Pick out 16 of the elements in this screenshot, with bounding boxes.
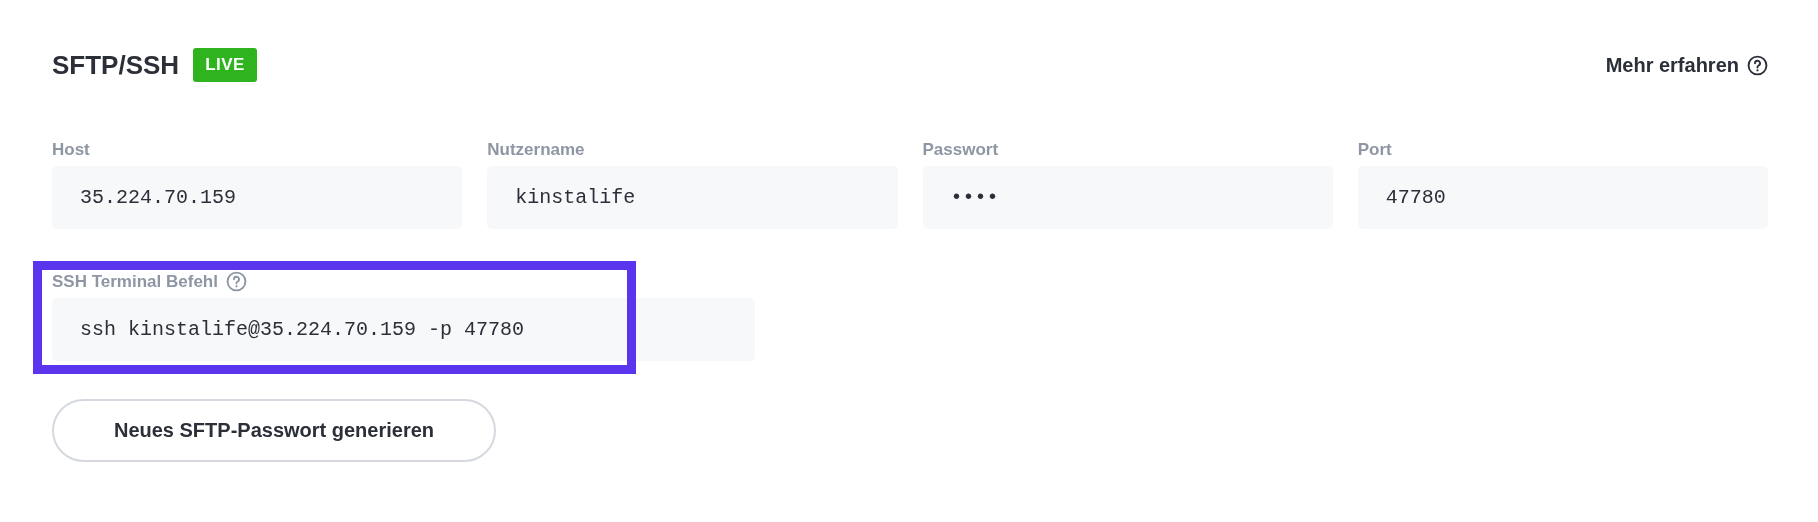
field-label: SSH Terminal Befehl	[52, 271, 218, 292]
input-field[interactable]: ••••	[922, 166, 1333, 229]
field-label: Nutzername	[487, 140, 586, 160]
learn-more-link[interactable]: Mehr erfahren	[1605, 53, 1768, 77]
input-field[interactable]: 35.224.70.159	[52, 166, 463, 229]
field-label: Passwort	[922, 140, 1000, 160]
field-label: Port	[1357, 140, 1393, 160]
live-badge: LIVE	[193, 48, 257, 82]
generate-password-button[interactable]: Neues SFTP-Passwort generieren	[52, 399, 496, 462]
input-field[interactable]: 47780	[1357, 166, 1768, 229]
field-label: Host	[52, 140, 91, 160]
help-icon	[1747, 54, 1768, 76]
input-field[interactable]: kinstalife	[487, 166, 898, 229]
section-title: SFTP/SSH	[52, 49, 180, 81]
help-icon	[225, 271, 247, 292]
input-field[interactable]: ssh kinstalife@35.224.70.159 -p 47780	[52, 298, 755, 361]
